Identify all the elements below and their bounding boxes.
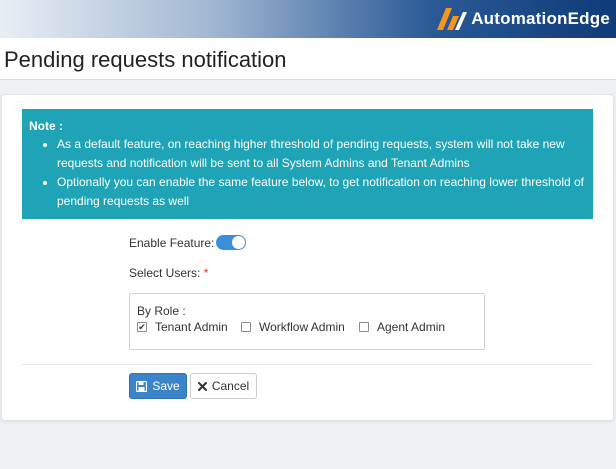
page-title-bar: Pending requests notification	[0, 38, 616, 80]
checkbox-checked-icon[interactable]: ✔	[137, 322, 147, 332]
note-item: As a default feature, on reaching higher…	[57, 135, 588, 173]
page-title: Pending requests notification	[4, 47, 287, 72]
checkbox-unchecked-icon[interactable]	[241, 322, 251, 332]
role-label: Agent Admin	[377, 320, 446, 334]
save-label: Save	[152, 379, 180, 393]
note-panel: Note : As a default feature, on reaching…	[22, 109, 593, 219]
note-item: Optionally you can enable the same featu…	[57, 173, 588, 211]
cancel-label: Cancel	[211, 379, 250, 393]
note-title: Note :	[29, 119, 63, 133]
role-checkbox-tenant-admin[interactable]: ✔ Tenant Admin	[137, 320, 228, 334]
select-users-text: Select Users:	[129, 266, 201, 280]
required-mark: *	[203, 266, 209, 280]
note-list: As a default feature, on reaching higher…	[43, 135, 588, 211]
brand-name: AutomationEdge	[471, 9, 610, 28]
cancel-button[interactable]: Cancel	[190, 373, 257, 399]
role-checkbox-agent-admin[interactable]: Agent Admin	[359, 320, 445, 334]
form-divider	[22, 364, 593, 365]
select-users-label: Select Users: *	[129, 266, 208, 280]
top-header-bar: AutomationEdge	[0, 0, 616, 38]
role-label: Tenant Admin	[155, 320, 228, 334]
floppy-disk-icon	[136, 380, 148, 392]
enable-feature-label: Enable Feature:	[129, 236, 215, 250]
brand-logo[interactable]: AutomationEdge	[437, 5, 610, 33]
toggle-knob	[232, 236, 245, 249]
role-checkbox-workflow-admin[interactable]: Workflow Admin	[241, 320, 345, 334]
ae-logo-icon	[437, 8, 468, 30]
role-label: Workflow Admin	[259, 320, 345, 334]
checkbox-unchecked-icon[interactable]	[359, 322, 369, 332]
close-icon	[197, 381, 207, 391]
enable-feature-toggle[interactable]	[216, 235, 246, 250]
by-role-label: By Role :	[137, 304, 186, 318]
save-button[interactable]: Save	[129, 373, 187, 399]
